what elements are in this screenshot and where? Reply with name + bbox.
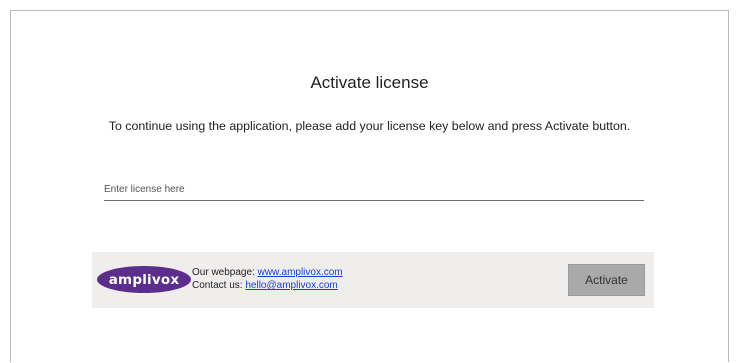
dialog-title: Activate license [310, 73, 429, 92]
instructions-text: To continue using the application, pleas… [108, 119, 631, 133]
contact-label: Contact us: [192, 280, 246, 291]
license-input[interactable] [104, 178, 644, 201]
contact-info: Our webpage: www.amplivox.com Contact us… [192, 266, 343, 292]
activate-button[interactable]: Activate [568, 264, 645, 296]
amplivox-logo: amplivox [97, 266, 191, 293]
webpage-label: Our webpage: [192, 267, 258, 278]
webpage-link[interactable]: www.amplivox.com [258, 267, 343, 278]
contact-email-link[interactable]: hello@amplivox.com [245, 280, 337, 291]
webpage-line: Our webpage: www.amplivox.com [192, 266, 343, 279]
activate-license-dialog: Activate license To continue using the a… [10, 10, 729, 362]
logo-text: amplivox [108, 271, 180, 288]
contact-line: Contact us: hello@amplivox.com [192, 279, 343, 292]
footer-bar: amplivox Our webpage: www.amplivox.com C… [92, 252, 654, 308]
